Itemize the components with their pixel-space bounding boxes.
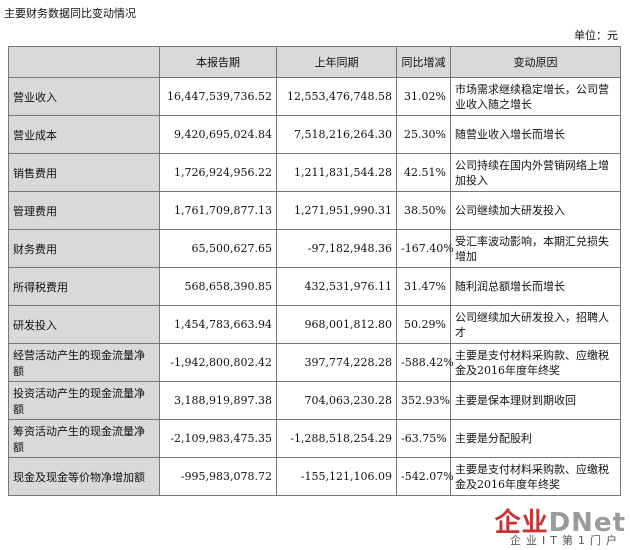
table-row: 营业收入 16,447,539,736.52 12,553,476,748.58… bbox=[8, 77, 621, 116]
previous-value: -1,288,518,254.29 bbox=[276, 419, 397, 458]
row-label: 销售费用 bbox=[8, 153, 160, 192]
reason-text: 随利润总额增长而增长 bbox=[450, 267, 621, 306]
reason-text: 市场需求继续稳定增长，公司营业收入随之增长 bbox=[450, 77, 621, 116]
table-row: 研发投入 1,454,783,663.94 968,001,812.80 50.… bbox=[8, 305, 621, 344]
reason-text: 随营业收入增长而增长 bbox=[450, 115, 621, 154]
current-value: 65,500,627.65 bbox=[159, 229, 277, 268]
current-value: 16,447,539,736.52 bbox=[159, 77, 277, 116]
current-value: 568,658,390.85 bbox=[159, 267, 277, 306]
table-row: 现金及现金等价物净增加额 -995,983,078.72 -155,121,10… bbox=[8, 457, 621, 496]
row-label: 营业收入 bbox=[8, 77, 160, 116]
reason-text: 公司继续加大研发投入，招聘人才 bbox=[450, 305, 621, 344]
current-value: 1,454,783,663.94 bbox=[159, 305, 277, 344]
header-item bbox=[8, 46, 160, 78]
row-label: 经营活动产生的现金流量净额 bbox=[8, 343, 160, 382]
current-value: 1,726,924,956.22 bbox=[159, 153, 277, 192]
row-label: 管理费用 bbox=[8, 191, 160, 230]
unit-label: 单位：元 bbox=[574, 29, 618, 42]
previous-value: 432,531,976.11 bbox=[276, 267, 397, 306]
reason-text: 主要是支付材料采购款、应缴税金及2016年度年终奖 bbox=[450, 457, 621, 496]
change-value: 42.51% bbox=[396, 153, 451, 192]
header-reason: 变动原因 bbox=[450, 46, 621, 78]
change-value: 352.93% bbox=[396, 381, 451, 420]
row-label: 筹资活动产生的现金流量净额 bbox=[8, 419, 160, 458]
header-previous-period: 上年同期 bbox=[276, 46, 397, 78]
row-label: 研发投入 bbox=[8, 305, 160, 344]
change-value: -542.07% bbox=[396, 457, 454, 496]
reason-text: 公司持续在国内外营销网络上增加投入 bbox=[450, 153, 621, 192]
row-label: 营业成本 bbox=[8, 115, 160, 154]
table-row: 筹资活动产生的现金流量净额 -2,109,983,475.35 -1,288,5… bbox=[8, 419, 621, 458]
page-title: 主要财务数据同比变动情况 bbox=[4, 7, 136, 20]
table-row: 销售费用 1,726,924,956.22 1,211,831,544.28 4… bbox=[8, 153, 621, 192]
change-value: 31.02% bbox=[396, 77, 451, 116]
site-watermark: 企业DNet 企业IT第1门户 bbox=[476, 502, 626, 548]
previous-value: -97,182,948.36 bbox=[276, 229, 397, 268]
current-value: -995,983,078.72 bbox=[159, 457, 277, 496]
table-row: 经营活动产生的现金流量净额 -1,942,800,802.42 397,774,… bbox=[8, 343, 621, 382]
previous-value: -155,121,106.09 bbox=[276, 457, 397, 496]
financial-table: 本报告期 上年同期 同比增减 变动原因 营业收入 16,447,539,736.… bbox=[8, 46, 621, 496]
row-label: 投资活动产生的现金流量净额 bbox=[8, 381, 160, 420]
table-row: 营业成本 9,420,695,024.84 7,518,216,264.30 2… bbox=[8, 115, 621, 154]
reason-text: 主要是保本理财到期收回 bbox=[450, 381, 621, 420]
current-value: 1,761,709,877.13 bbox=[159, 191, 277, 230]
row-label: 现金及现金等价物净增加额 bbox=[8, 457, 160, 496]
watermark-subtitle: 企业IT第1门户 bbox=[510, 534, 622, 547]
change-value: 50.29% bbox=[396, 305, 451, 344]
table-header-row: 本报告期 上年同期 同比增减 变动原因 bbox=[8, 46, 621, 78]
previous-value: 968,001,812.80 bbox=[276, 305, 397, 344]
row-label: 所得税费用 bbox=[8, 267, 160, 306]
table-row: 投资活动产生的现金流量净额 3,188,919,897.38 704,063,2… bbox=[8, 381, 621, 420]
change-value: -167.40% bbox=[396, 229, 454, 268]
previous-value: 397,774,228.28 bbox=[276, 343, 397, 382]
change-value: -588.42% bbox=[396, 343, 454, 382]
current-value: 9,420,695,024.84 bbox=[159, 115, 277, 154]
header-current-period: 本报告期 bbox=[159, 46, 277, 78]
current-value: -2,109,983,475.35 bbox=[159, 419, 277, 458]
change-value: 38.50% bbox=[396, 191, 451, 230]
header-change: 同比增减 bbox=[396, 46, 451, 78]
table-row: 管理费用 1,761,709,877.13 1,271,951,990.31 3… bbox=[8, 191, 621, 230]
previous-value: 1,271,951,990.31 bbox=[276, 191, 397, 230]
current-value: 3,188,919,897.38 bbox=[159, 381, 277, 420]
previous-value: 7,518,216,264.30 bbox=[276, 115, 397, 154]
change-value: 25.30% bbox=[396, 115, 451, 154]
reason-text: 主要是支付材料采购款、应缴税金及2016年度年终奖 bbox=[450, 343, 621, 382]
row-label: 财务费用 bbox=[8, 229, 160, 268]
change-value: -63.75% bbox=[396, 419, 451, 458]
reason-text: 主要是分配股利 bbox=[450, 419, 621, 458]
change-value: 31.47% bbox=[396, 267, 451, 306]
previous-value: 1,211,831,544.28 bbox=[276, 153, 397, 192]
current-value: -1,942,800,802.42 bbox=[159, 343, 277, 382]
table-row: 财务费用 65,500,627.65 -97,182,948.36 -167.4… bbox=[8, 229, 621, 268]
reason-text: 公司继续加大研发投入 bbox=[450, 191, 621, 230]
reason-text: 受汇率波动影响，本期汇兑损失增加 bbox=[450, 229, 621, 268]
table-row: 所得税费用 568,658,390.85 432,531,976.11 31.4… bbox=[8, 267, 621, 306]
previous-value: 704,063,230.28 bbox=[276, 381, 397, 420]
previous-value: 12,553,476,748.58 bbox=[276, 77, 397, 116]
